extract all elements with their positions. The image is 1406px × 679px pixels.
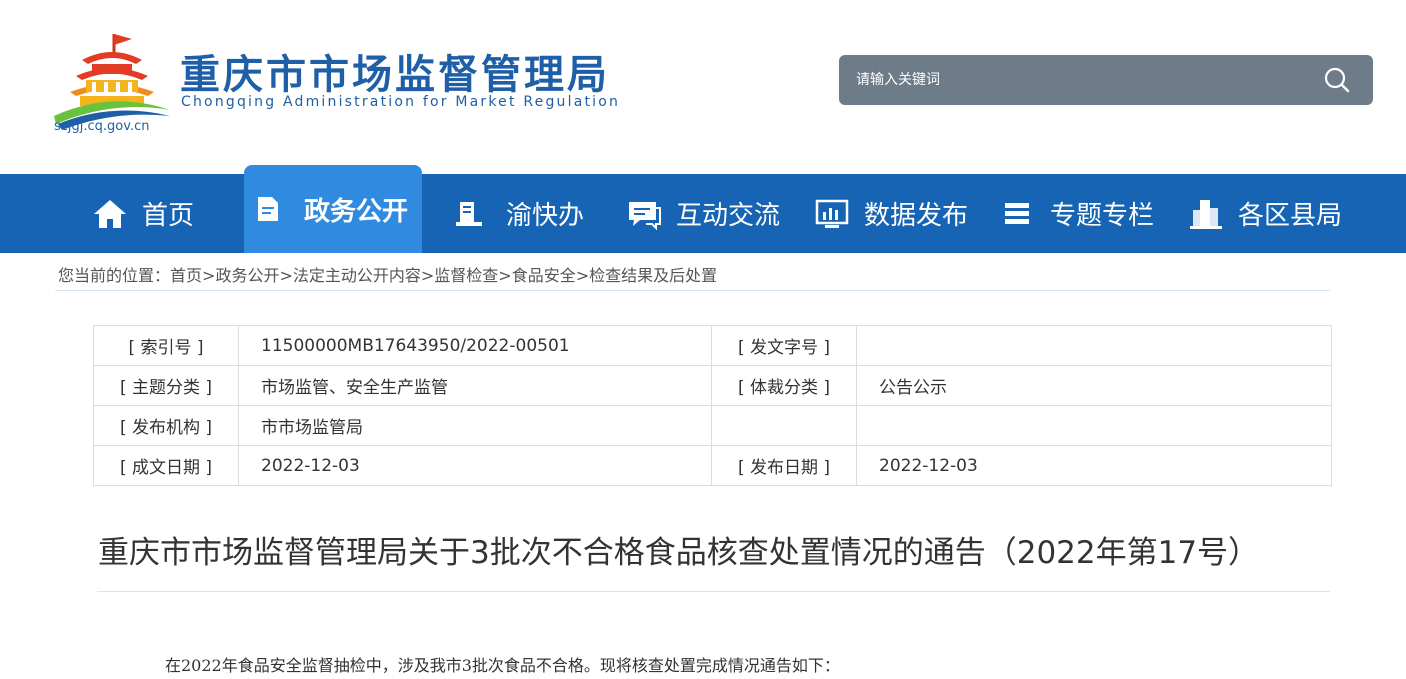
breadcrumb-link[interactable]: 政务公开	[215, 266, 279, 285]
breadcrumb-separator: >	[420, 266, 435, 285]
nav-label: 互动交流	[676, 201, 781, 231]
site-domain: scjgj.cq.gov.cn	[54, 119, 150, 134]
site-title[interactable]: 重庆市市场监督管理局	[180, 42, 610, 100]
nav-item-yukuaiban[interactable]: 渝快办	[454, 174, 584, 253]
search-box	[839, 55, 1373, 105]
nav-label: 数据发布	[864, 201, 969, 231]
meta-key	[711, 405, 857, 446]
meta-value	[856, 325, 1332, 366]
service-icon	[456, 201, 482, 226]
nav-label: 政务公开	[304, 196, 409, 227]
breadcrumb-separator: >	[279, 266, 293, 285]
nav-label: 首页	[142, 201, 195, 231]
article-intro: 在2022年食品安全监督抽检中，涉及我市3批次食品不合格。现将核查处置完成情况通…	[165, 656, 840, 675]
breadcrumb-link[interactable]: 食品安全	[512, 266, 576, 285]
meta-key: [ 发文字号 ]	[711, 325, 857, 366]
breadcrumb-separator: >	[202, 266, 216, 285]
meta-value: 11500000MB17643950/2022-00501	[238, 325, 712, 366]
meta-key: [ 成文日期 ]	[93, 445, 239, 486]
breadcrumb-separator: >	[498, 266, 512, 285]
nav-item-data-release[interactable]: 数据发布	[814, 174, 968, 253]
meta-key: [ 索引号 ]	[93, 325, 239, 366]
nav-label: 各区县局	[1238, 201, 1343, 231]
search-icon[interactable]	[1323, 66, 1351, 94]
meta-value	[856, 405, 1332, 446]
site-header: scjgj.cq.gov.cn 重庆市市场监督管理局 Chongqing Adm…	[0, 0, 1406, 174]
meta-value: 2022-12-03	[856, 445, 1332, 486]
meta-key: [ 发布日期 ]	[711, 445, 857, 486]
site-subtitle: Chongqing Administration for Market Regu…	[181, 94, 621, 110]
table-row: [ 主题分类 ] 市场监管、安全生产监管 [ 体裁分类 ] 公告公示	[93, 365, 1332, 406]
home-icon	[94, 199, 126, 228]
article-title: 重庆市市场监督管理局关于3批次不合格食品核查处置情况的通告（2022年第17号）	[98, 535, 1260, 571]
chat-icon	[629, 201, 661, 230]
nav-item-gov-affairs[interactable]: 政务公开	[244, 165, 422, 253]
breadcrumb-separator: >	[575, 266, 590, 285]
building-icon	[1190, 199, 1222, 229]
breadcrumb-prefix: 您当前的位置：	[58, 266, 171, 285]
nav-item-topics[interactable]: 专题专栏	[1000, 174, 1154, 253]
nav-item-home[interactable]: 首页	[92, 174, 194, 253]
title-divider	[97, 591, 1330, 592]
nav-item-interaction[interactable]: 互动交流	[626, 174, 780, 253]
meta-value: 公告公示	[856, 365, 1332, 406]
table-row: [ 发布机构 ] 市市场监管局	[93, 405, 1332, 446]
breadcrumb-link[interactable]: 监督检查	[434, 266, 498, 285]
main-nav: 首页 政务公开 渝快办 互动交流 数据发布 专题专栏 各区县局	[0, 165, 1406, 253]
nav-label: 渝快办	[506, 201, 585, 231]
chart-icon	[815, 199, 849, 228]
meta-key: [ 发布机构 ]	[93, 405, 239, 446]
breadcrumb-link[interactable]: 检查结果及后处置	[589, 266, 717, 285]
list-icon	[1005, 202, 1029, 224]
breadcrumb-divider	[55, 290, 1330, 291]
breadcrumb: 您当前的位置：首页>政务公开>法定主动公开内容>监督检查>食品安全>检查结果及后…	[58, 262, 717, 286]
nav-item-districts[interactable]: 各区县局	[1188, 174, 1342, 253]
nav-label: 专题专栏	[1050, 201, 1155, 231]
meta-key: [ 体裁分类 ]	[711, 365, 857, 406]
breadcrumb-link[interactable]: 首页	[170, 266, 202, 285]
breadcrumb-link[interactable]: 法定主动公开内容	[293, 266, 421, 285]
search-input[interactable]	[839, 55, 1309, 105]
table-row: [ 成文日期 ] 2022-12-03 [ 发布日期 ] 2022-12-03	[93, 445, 1332, 486]
meta-key: [ 主题分类 ]	[93, 365, 239, 406]
document-meta-table: [ 索引号 ] 11500000MB17643950/2022-00501 [ …	[93, 325, 1332, 486]
meta-value: 市场监管、安全生产监管	[238, 365, 712, 406]
document-icon	[258, 197, 278, 221]
table-row: [ 索引号 ] 11500000MB17643950/2022-00501 [ …	[93, 325, 1332, 366]
meta-value: 2022-12-03	[238, 445, 712, 486]
meta-value: 市市场监管局	[238, 405, 712, 446]
